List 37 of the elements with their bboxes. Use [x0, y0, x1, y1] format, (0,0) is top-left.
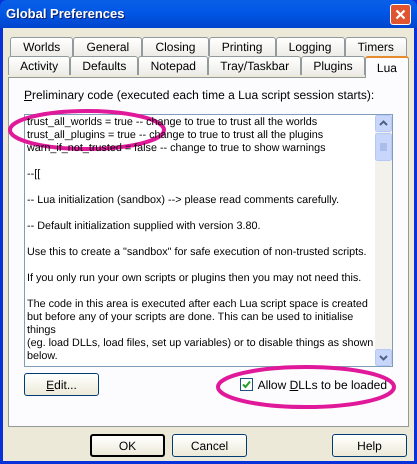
code-line: -- Default initialization supplied with version 3.80.	[27, 220, 262, 233]
tab[interactable]: Timers	[344, 37, 407, 56]
window-title: Global Preferences	[6, 5, 126, 24]
code-line: below.	[27, 350, 59, 363]
scrollbar[interactable]	[375, 115, 392, 366]
code-line: but before any of your scripts are done. This can be used to initialise	[27, 311, 354, 324]
code-text-area[interactable]	[24, 114, 393, 367]
scroll-up-icon[interactable]	[375, 115, 392, 132]
dialog-button[interactable]: OK	[90, 434, 165, 457]
code-line: The code in this area is executed after each Lua script space is created	[27, 298, 369, 311]
tab[interactable]: Defaults	[70, 56, 138, 75]
checkbox[interactable]	[240, 378, 253, 391]
close-button[interactable]	[390, 4, 411, 24]
tab[interactable]: Lua	[364, 56, 410, 78]
tab[interactable]: Activity	[8, 56, 70, 75]
scroll-down-icon[interactable]	[375, 349, 392, 366]
code-line: -- Lua initialization (sandbox) --> please read comments carefully.	[27, 194, 340, 207]
dialog-button[interactable]: Cancel	[172, 434, 247, 457]
tab[interactable]: Closing	[142, 37, 209, 56]
code-line: things	[27, 324, 57, 337]
code-line: (eg. load DLLs, load files, set up variables) or to disable things as shown	[27, 337, 374, 350]
edit-button[interactable]: Edit...	[24, 373, 99, 396]
tab[interactable]: Worlds	[10, 37, 74, 56]
tab[interactable]: Logging	[276, 37, 345, 56]
tab[interactable]: Plugins	[301, 56, 365, 75]
tab[interactable]: Tray/Taskbar	[208, 56, 302, 75]
code-line: If you only run your own scripts or plugins then you may not need this.	[27, 272, 362, 285]
code-line: --[[	[27, 168, 42, 181]
code-label: Preliminary code (executed each time a Lua script session starts):	[24, 87, 376, 104]
tab[interactable]: Printing	[208, 37, 276, 56]
check-icon	[242, 380, 251, 389]
close-icon	[395, 8, 406, 20]
code-line: Use this to create a "sandbox" for safe execution of non-trusted scripts.	[27, 246, 368, 259]
tab[interactable]: General	[73, 37, 142, 56]
scroll-thumb[interactable]	[375, 133, 392, 161]
dialog-button[interactable]: Help	[332, 434, 407, 457]
tab[interactable]: Notepad	[138, 56, 208, 75]
